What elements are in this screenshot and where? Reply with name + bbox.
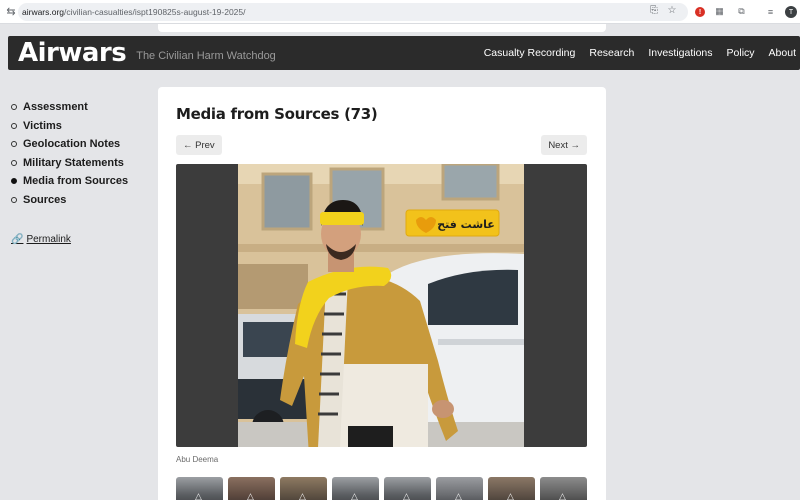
sidebar-item-media-from-sources[interactable]: Media from Sources bbox=[11, 172, 151, 191]
airwars-logo[interactable]: Airwars bbox=[18, 38, 127, 68]
nav-investigations[interactable]: Investigations bbox=[648, 47, 712, 59]
section-sidebar: Assessment Victims Geolocation Notes Mil… bbox=[11, 98, 151, 209]
bullet-active-icon bbox=[11, 178, 17, 185]
nav-policy[interactable]: Policy bbox=[727, 47, 755, 59]
thumbnail-item[interactable] bbox=[228, 477, 275, 500]
link-icon: 🔗 bbox=[11, 234, 24, 245]
media-card: Media from Sources (73) ← Prev Next → عا… bbox=[158, 87, 606, 500]
next-button[interactable]: Next → bbox=[541, 135, 587, 155]
sidebar-item-military-statements[interactable]: Military Statements bbox=[11, 154, 151, 173]
translate-icon[interactable]: ⎘ bbox=[648, 4, 660, 16]
source-photo: عاشت فتح bbox=[238, 164, 524, 447]
site-header: Airwars The Civilian Harm Watchdog Casua… bbox=[8, 36, 800, 70]
nav-casualty-recording[interactable]: Casualty Recording bbox=[484, 47, 576, 59]
permalink-link[interactable]: 🔗 Permalink bbox=[11, 234, 71, 245]
sidebar-item-geolocation-notes[interactable]: Geolocation Notes bbox=[11, 135, 151, 154]
bullet-icon bbox=[11, 196, 17, 203]
main-nav: Casualty Recording Research Investigatio… bbox=[470, 36, 796, 70]
thumbnail-item[interactable] bbox=[280, 477, 327, 500]
thumbnail-item[interactable] bbox=[436, 477, 483, 500]
banner-text: عاشت فتح bbox=[437, 218, 495, 231]
bullet-icon bbox=[11, 122, 17, 129]
bullet-icon bbox=[11, 104, 17, 111]
sidebar-item-victims[interactable]: Victims bbox=[11, 117, 151, 136]
sidebar-item-sources[interactable]: Sources bbox=[11, 191, 151, 210]
bullet-icon bbox=[11, 141, 17, 148]
reading-list-icon[interactable]: ≡ bbox=[764, 5, 777, 18]
thumbnail-item[interactable] bbox=[384, 477, 431, 500]
profile-avatar[interactable]: T bbox=[785, 6, 797, 18]
nav-research[interactable]: Research bbox=[589, 47, 634, 59]
address-bar[interactable]: airwars.org/civilian-casualties/ispt1908… bbox=[18, 3, 688, 21]
browser-toolbar: ⇆ airwars.org/civilian-casualties/ispt19… bbox=[0, 0, 800, 24]
extension-grid-icon[interactable]: ▦ bbox=[713, 5, 726, 18]
thumbnail-strip bbox=[176, 477, 606, 500]
bookmark-star-icon[interactable]: ☆ bbox=[666, 4, 678, 16]
bullet-icon bbox=[11, 159, 17, 166]
card-top-remnant bbox=[158, 24, 606, 32]
site-info-icon[interactable]: ⇆ bbox=[3, 4, 19, 20]
extension-red-icon[interactable]: ! bbox=[695, 7, 705, 17]
url-host: airwars.org bbox=[22, 7, 65, 17]
sidebar-item-assessment[interactable]: Assessment bbox=[11, 98, 151, 117]
media-caption: Abu Deema bbox=[176, 455, 219, 464]
thumbnail-item[interactable] bbox=[540, 477, 587, 500]
thumbnail-item[interactable] bbox=[332, 477, 379, 500]
thumbnail-item[interactable] bbox=[488, 477, 535, 500]
thumbnail-item[interactable] bbox=[176, 477, 223, 500]
url-path: /civilian-casualties/ispt190825s-august-… bbox=[64, 7, 246, 17]
site-tagline: The Civilian Harm Watchdog bbox=[136, 50, 276, 62]
page-content: Airwars The Civilian Harm Watchdog Casua… bbox=[0, 24, 800, 500]
prev-button[interactable]: ← Prev bbox=[176, 135, 222, 155]
extensions-puzzle-icon[interactable]: ⧉ bbox=[735, 5, 748, 18]
media-viewer[interactable]: عاشت فتح bbox=[176, 164, 587, 447]
nav-about[interactable]: About bbox=[769, 47, 796, 59]
page-title: Media from Sources (73) bbox=[176, 105, 378, 123]
